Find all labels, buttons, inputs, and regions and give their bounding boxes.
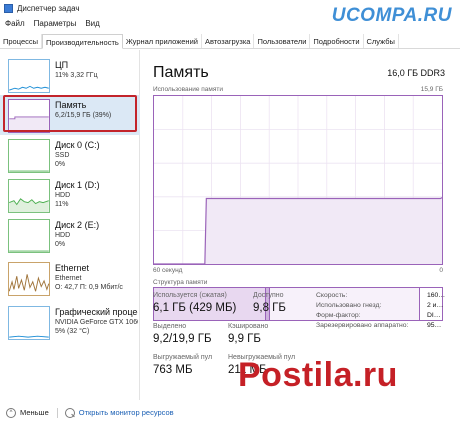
- stat-cached-value: 9,9 ГБ: [228, 333, 261, 345]
- sidebar-item-detail: NVIDIA GeForce GTX 1060: [55, 319, 138, 326]
- memory-highlight-frame: [3, 95, 137, 132]
- stat-committed-value: 9,2/19,9 ГБ: [153, 333, 212, 345]
- fewer-details-button[interactable]: Меньше: [20, 408, 49, 417]
- stat-paged-label: Выгружаемый пул: [153, 354, 213, 361]
- footer-divider: [56, 407, 58, 418]
- ethernet-thumbnail-graph: [8, 262, 50, 296]
- gpu-thumbnail-graph: [8, 306, 50, 340]
- menu-bar: Файл Параметры Вид: [0, 16, 460, 31]
- stat-committed-label: Выделено: [153, 323, 187, 330]
- stat-available-value: 9,8 ГБ: [253, 302, 286, 314]
- tab-details[interactable]: Подробности: [310, 34, 364, 48]
- sidebar-item-disk2[interactable]: Диск 2 (E:) HDD 0%: [0, 215, 140, 255]
- tab-performance[interactable]: Производительность: [42, 34, 123, 49]
- usage-graph-label: Использование памяти: [153, 86, 223, 93]
- sidebar-item-label: Диск 2 (E:): [55, 220, 100, 230]
- disk2-thumbnail-graph: [8, 219, 50, 253]
- menu-options[interactable]: Параметры: [34, 19, 77, 28]
- tab-app-history[interactable]: Журнал приложений: [123, 34, 202, 48]
- cpu-thumbnail-graph: [8, 59, 50, 93]
- sidebar-item-ethernet[interactable]: Ethernet Ethernet О: 42,7 П: 0,9 Мбит/с: [0, 258, 140, 298]
- stat-in-use-label: Используется (сжатая): [153, 292, 227, 299]
- sidebar-item-usage: 11%: [55, 201, 69, 208]
- watermark-postila: Postila.ru: [238, 356, 398, 394]
- sidebar-item-label: Графический процессор 0: [55, 307, 138, 317]
- sidebar-item-usage: 0%: [55, 161, 66, 168]
- disk0-thumbnail-graph: [8, 139, 50, 173]
- spec-speed-value: 160…: [427, 292, 446, 299]
- chevron-up-icon[interactable]: ^: [6, 407, 16, 418]
- sidebar-item-detail: HDD: [55, 232, 71, 239]
- graph-time-left: 60 секунд: [153, 267, 183, 274]
- tab-bar: Процессы Производительность Журнал прило…: [0, 34, 460, 49]
- open-resource-monitor-link[interactable]: Открыть монитор ресурсов: [79, 408, 174, 417]
- stat-in-use-value: 6,1 ГБ (429 МБ): [153, 302, 237, 314]
- window-title: Диспетчер задач: [17, 3, 80, 13]
- tab-users[interactable]: Пользователи: [254, 34, 311, 48]
- stat-paged-value: 763 МБ: [153, 364, 193, 376]
- spec-reserved-label: Зарезервировано аппаратно:: [316, 322, 409, 329]
- menu-view[interactable]: Вид: [85, 19, 99, 28]
- disk1-thumbnail-graph: [8, 179, 50, 213]
- spec-speed-label: Скорость:: [316, 292, 348, 299]
- page-title: Память: [153, 64, 209, 81]
- sidebar-item-disk0[interactable]: Диск 0 (C:) SSD 0%: [0, 135, 140, 175]
- sidebar-item-label: Диск 1 (D:): [55, 180, 100, 190]
- spec-form-factor-value: DI…: [427, 312, 441, 319]
- sidebar-item-label: ЦП: [55, 60, 69, 70]
- sidebar-item-detail: SSD: [55, 152, 70, 159]
- sidebar-item-disk1[interactable]: Диск 1 (D:) HDD 11%: [0, 175, 140, 215]
- stat-available-label: Доступно: [253, 292, 284, 299]
- graph-time-right: 0: [439, 267, 443, 274]
- memory-panel: Память 16,0 ГБ DDR3 Использование памяти…: [150, 50, 455, 400]
- sidebar-item-detail: HDD: [55, 192, 71, 199]
- usage-graph-max: 15,9 ГБ: [420, 86, 443, 93]
- spec-slots-label: Использовано гнезд:: [316, 302, 382, 309]
- resource-monitor-icon: [64, 407, 75, 418]
- sidebar-item-detail: 11% 3,32 ГГц: [55, 72, 98, 79]
- sidebar-item-gpu[interactable]: Графический процессор 0 NVIDIA GeForce G…: [0, 302, 140, 342]
- sidebar-item-usage: 0%: [55, 241, 66, 248]
- stat-cached-label: Кэшировано: [228, 323, 269, 330]
- task-manager-icon: [4, 3, 13, 13]
- structure-label: Структура памяти: [153, 279, 208, 286]
- menu-file[interactable]: Файл: [5, 19, 25, 28]
- tab-processes[interactable]: Процессы: [0, 34, 43, 48]
- memory-usage-graph: [153, 95, 443, 265]
- spec-reserved-value: 95…: [427, 322, 442, 329]
- sidebar-item-label: Ethernet: [55, 263, 90, 273]
- footer-bar: ^ Меньше Открыть монитор ресурсов: [0, 400, 460, 425]
- sidebar-item-cpu[interactable]: ЦП 11% 3,32 ГГц: [0, 55, 140, 95]
- spec-slots-value: 2 и…: [427, 302, 444, 309]
- spec-form-factor-label: Форм-фактор:: [316, 312, 361, 319]
- sidebar-item-usage: 5% (32 °C): [55, 328, 90, 335]
- sidebar-item-label: Диск 0 (C:): [55, 140, 100, 150]
- memory-total: 16,0 ГБ DDR3: [387, 68, 445, 78]
- tab-startup[interactable]: Автозагрузка: [202, 34, 255, 48]
- tab-services[interactable]: Службы: [364, 34, 399, 48]
- sidebar-item-detail: Ethernet: [55, 275, 82, 282]
- sidebar-item-usage: О: 42,7 П: 0,9 Мбит/с: [55, 284, 123, 291]
